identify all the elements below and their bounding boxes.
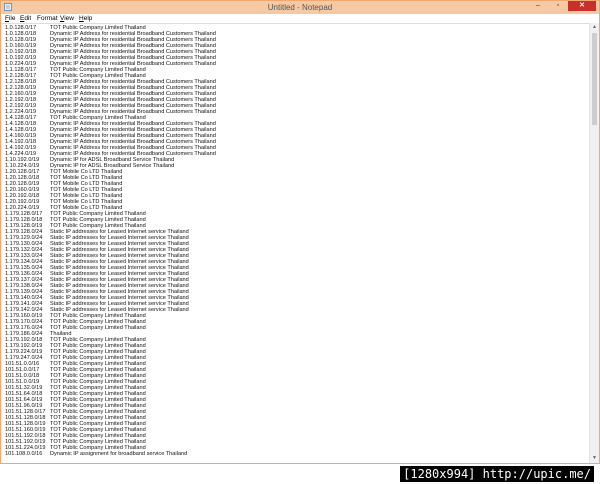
window-title: Untitled - Notepad bbox=[267, 3, 333, 12]
vertical-scrollbar[interactable]: ▲ ▼ bbox=[589, 23, 599, 463]
text-editor[interactable]: 1.0.128.0/17 TOT Public Company Limited T… bbox=[1, 23, 589, 464]
ip-range: 101.108.0.0/16 bbox=[5, 451, 43, 457]
title-bar[interactable]: Untitled - Notepad – ▫ ✕ bbox=[1, 1, 599, 14]
maximize-button[interactable]: ▫ bbox=[548, 1, 568, 11]
menu-file[interactable]: File bbox=[5, 14, 16, 23]
menu-bar: File Edit Format View Help bbox=[1, 14, 599, 23]
range-description: Dynamic IP assignment for broadband serv… bbox=[50, 451, 188, 457]
minimize-button[interactable]: – bbox=[528, 1, 548, 11]
text-line: 101.108.0.0/16 Dynamic IP assignment for … bbox=[5, 451, 187, 457]
close-button[interactable]: ✕ bbox=[568, 1, 596, 11]
menu-view[interactable]: View bbox=[60, 14, 74, 23]
scroll-up-arrow-icon[interactable]: ▲ bbox=[590, 23, 599, 32]
menu-format[interactable]: Format bbox=[37, 14, 58, 23]
menu-help[interactable]: Help bbox=[79, 14, 92, 23]
watermark-label: [1280x994] http://upic.me/ bbox=[400, 466, 594, 482]
notepad-window: Untitled - Notepad – ▫ ✕ File Edit Forma… bbox=[0, 0, 600, 464]
scroll-down-arrow-icon[interactable]: ▼ bbox=[590, 454, 599, 463]
menu-edit[interactable]: Edit bbox=[20, 14, 31, 23]
scrollbar-thumb[interactable] bbox=[592, 33, 597, 125]
